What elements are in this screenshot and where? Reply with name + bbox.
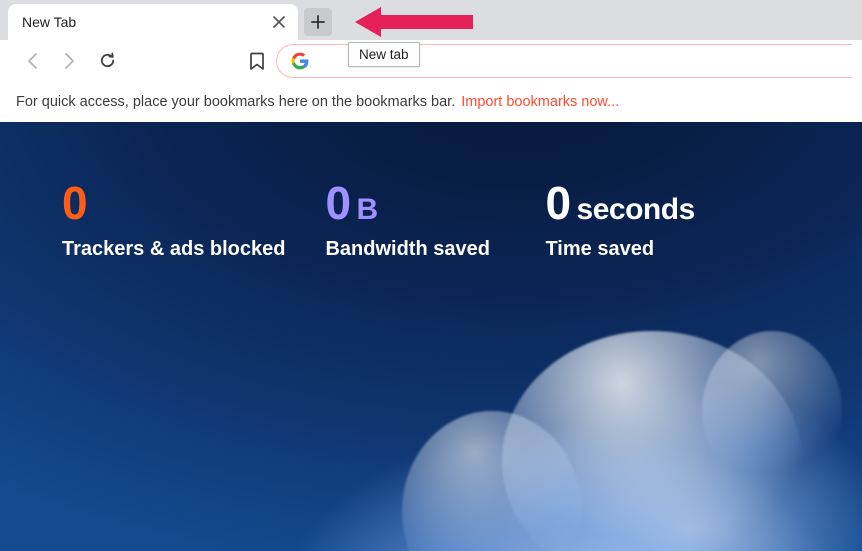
forward-button[interactable] <box>52 44 86 78</box>
import-bookmarks-link[interactable]: Import bookmarks now... <box>461 94 619 110</box>
bookmarks-hint: For quick access, place your bookmarks h… <box>16 94 455 110</box>
close-icon <box>273 16 285 28</box>
back-button[interactable] <box>16 44 50 78</box>
reload-button[interactable] <box>90 44 124 78</box>
tab-strip: New Tab New tab <box>0 0 862 40</box>
reload-icon <box>98 51 117 70</box>
stat-bandwidth-number: 0 <box>325 176 350 230</box>
stat-bandwidth-label: Bandwidth saved <box>325 238 505 261</box>
toolbar <box>0 40 862 82</box>
bookmark-icon <box>249 52 265 70</box>
stat-trackers-label: Trackers & ads blocked <box>62 238 285 261</box>
new-tab-button[interactable] <box>304 8 332 36</box>
stat-trackers: 0 Trackers & ads blocked <box>62 176 285 261</box>
stat-time-label: Time saved <box>545 238 745 261</box>
forward-icon <box>60 52 78 70</box>
active-tab[interactable]: New Tab <box>8 4 298 40</box>
new-tab-content: 0 Trackers & ads blocked 0 B Bandwidth s… <box>0 122 862 551</box>
stat-time-value: 0 seconds <box>545 176 745 230</box>
bookmarks-bar: For quick access, place your bookmarks h… <box>0 82 862 122</box>
google-icon <box>291 52 309 70</box>
stat-time-number: 0 <box>545 176 570 230</box>
stat-bandwidth-unit: B <box>357 193 378 227</box>
stat-bandwidth: 0 B Bandwidth saved <box>325 176 505 261</box>
close-tab-button[interactable] <box>270 13 288 31</box>
plus-icon <box>311 15 325 29</box>
new-tab-tooltip: New tab <box>348 42 420 67</box>
stat-time-unit: seconds <box>577 193 695 227</box>
stat-time: 0 seconds Time saved <box>545 176 745 261</box>
stats-row: 0 Trackers & ads blocked 0 B Bandwidth s… <box>0 122 862 261</box>
bookmark-button[interactable] <box>240 44 274 78</box>
stat-trackers-value: 0 <box>62 176 285 230</box>
stat-bandwidth-value: 0 B <box>325 176 505 230</box>
back-icon <box>24 52 42 70</box>
tab-title: New Tab <box>22 14 270 30</box>
annotation-arrow <box>355 4 475 40</box>
